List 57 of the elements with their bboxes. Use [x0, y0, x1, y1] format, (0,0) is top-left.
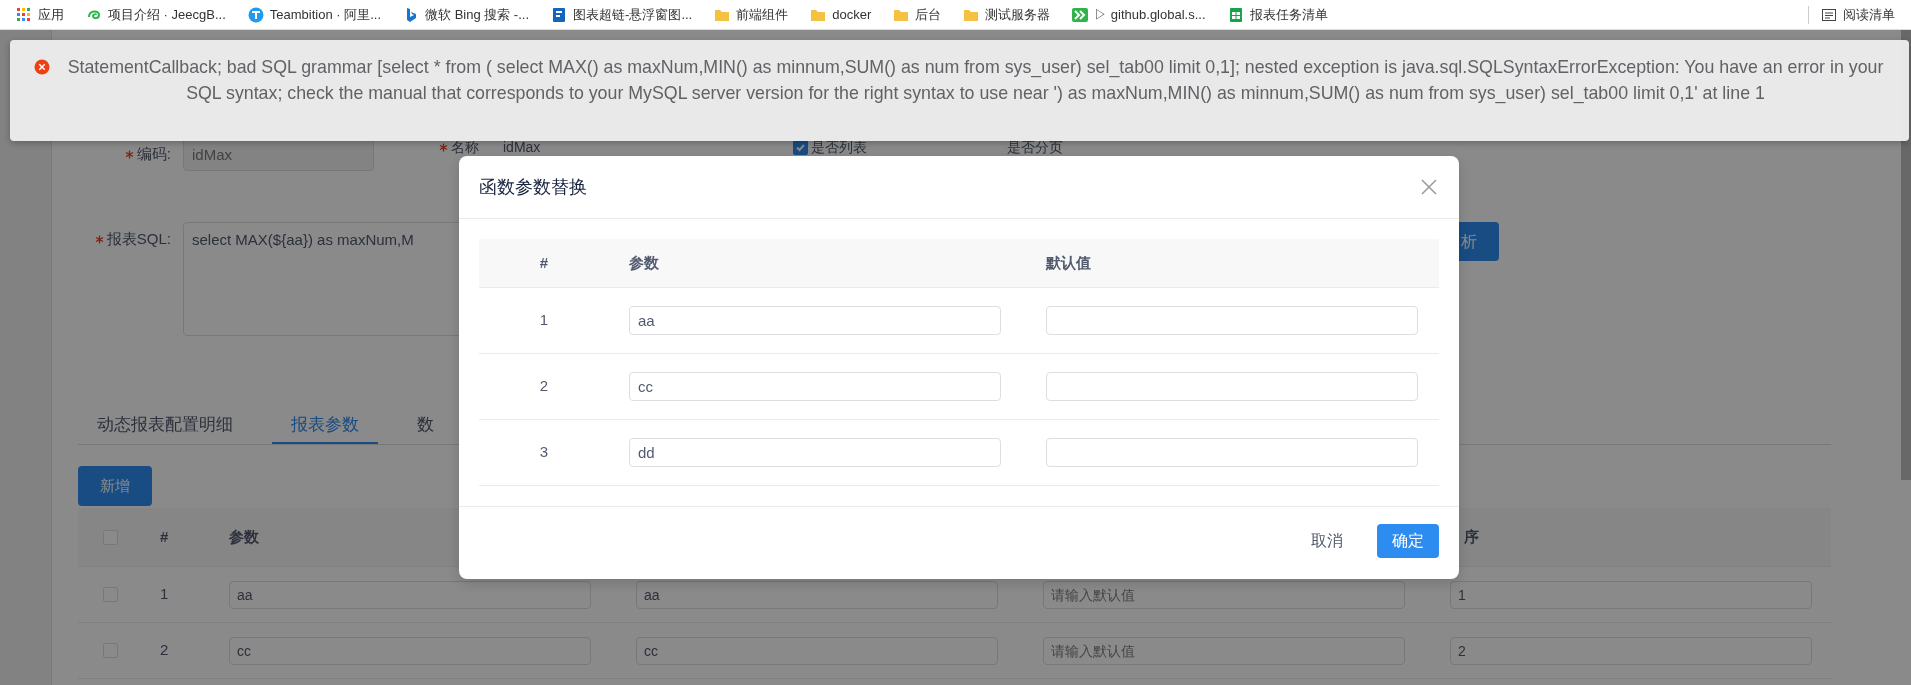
- cancel-button[interactable]: 取消: [1297, 523, 1357, 559]
- column-header: 序: [1464, 527, 1479, 545]
- bookmark-link[interactable]: 测试服务器: [963, 4, 1051, 25]
- column-header: 默认值: [1046, 253, 1091, 271]
- default-input[interactable]: 请输入默认值: [1043, 580, 1405, 609]
- order-input[interactable]: 2: [1450, 636, 1812, 665]
- param-input[interactable]: cc: [629, 372, 1001, 401]
- tab[interactable]: 数: [398, 408, 453, 444]
- field-label: 报表SQL:: [106, 229, 171, 249]
- close-icon: [1419, 177, 1439, 197]
- bookmark-link[interactable]: docker: [810, 4, 872, 25]
- close-button[interactable]: [1419, 177, 1439, 197]
- document-icon: [551, 6, 568, 23]
- bookmark-link[interactable]: 报表任务清单: [1227, 4, 1328, 25]
- param-input[interactable]: dd: [629, 438, 1001, 467]
- bookmark-link[interactable]: Teambition · 阿里...: [247, 4, 381, 25]
- row-number: 2: [539, 377, 549, 395]
- default-value-input[interactable]: [1046, 306, 1418, 335]
- field-label: 是否分页: [1007, 139, 1064, 155]
- bookmark-link[interactable]: ▷ github.global.s...: [1072, 4, 1206, 25]
- dialog-title: 函数参数替换: [479, 175, 587, 199]
- field-label: 编码:: [136, 143, 171, 164]
- bookmark-link[interactable]: 应用: [16, 4, 64, 25]
- row-number: 1: [160, 585, 169, 603]
- bookmark-link[interactable]: 微软 Bing 搜索 -...: [403, 4, 530, 25]
- sheet-icon: [1227, 6, 1244, 23]
- list-icon: [1821, 6, 1837, 23]
- name-input[interactable]: cc: [636, 636, 998, 665]
- column-header: 参数: [629, 253, 659, 271]
- bookmark-link[interactable]: 图表超链-悬浮窗图...: [551, 4, 693, 25]
- column-header: #: [539, 253, 549, 271]
- error-message: StatementCallback; bad SQL grammar [select * from ( select MAX() as maxNum,MIN() as minnum,SUM() as num from sys_user) sel_tab00 limit 0,1]; nested exception is java.sql.SQLSyntaxErrorException: You have an error in your SQL syntax; check the manual that corresponds to your MySQL server version for the right syntax to use near ') as maxNum,MIN() as minnum,SUM() as num from sys_user) sel_tab00 limit 0,1' at line 1: [66, 56, 1885, 106]
- row-number: 1: [539, 311, 549, 329]
- bookmark-link[interactable]: 项目介绍 · JeecgB...: [86, 4, 226, 25]
- param-input[interactable]: aa: [629, 306, 1001, 335]
- row-number: 3: [539, 443, 549, 461]
- field-value: idMax: [503, 139, 541, 155]
- bookmark-link[interactable]: 前端组件: [714, 4, 789, 25]
- order-input[interactable]: 1: [1450, 580, 1812, 609]
- column-header: #: [160, 527, 169, 545]
- field-label: 名称: [451, 139, 479, 155]
- name-input[interactable]: aa: [636, 580, 998, 609]
- row-number: 2: [160, 641, 169, 659]
- checkbox-label: 是否列表: [811, 139, 868, 155]
- default-input[interactable]: 请输入默认值: [1043, 636, 1405, 665]
- error-icon: [34, 59, 50, 75]
- default-value-input[interactable]: [1046, 438, 1418, 467]
- default-value-input[interactable]: [1046, 372, 1418, 401]
- column-header: 参数: [229, 527, 259, 545]
- chevrons-icon: [1072, 6, 1089, 23]
- grid-icon: [16, 6, 32, 23]
- param-input[interactable]: cc: [229, 636, 591, 665]
- reading-list-link[interactable]: 阅读清单: [1821, 4, 1895, 25]
- bookmark-link[interactable]: 后台: [893, 4, 942, 25]
- tab[interactable]: 动态报表配置明细: [78, 408, 252, 444]
- circle-icon: [247, 6, 264, 23]
- param-input[interactable]: aa: [229, 580, 591, 609]
